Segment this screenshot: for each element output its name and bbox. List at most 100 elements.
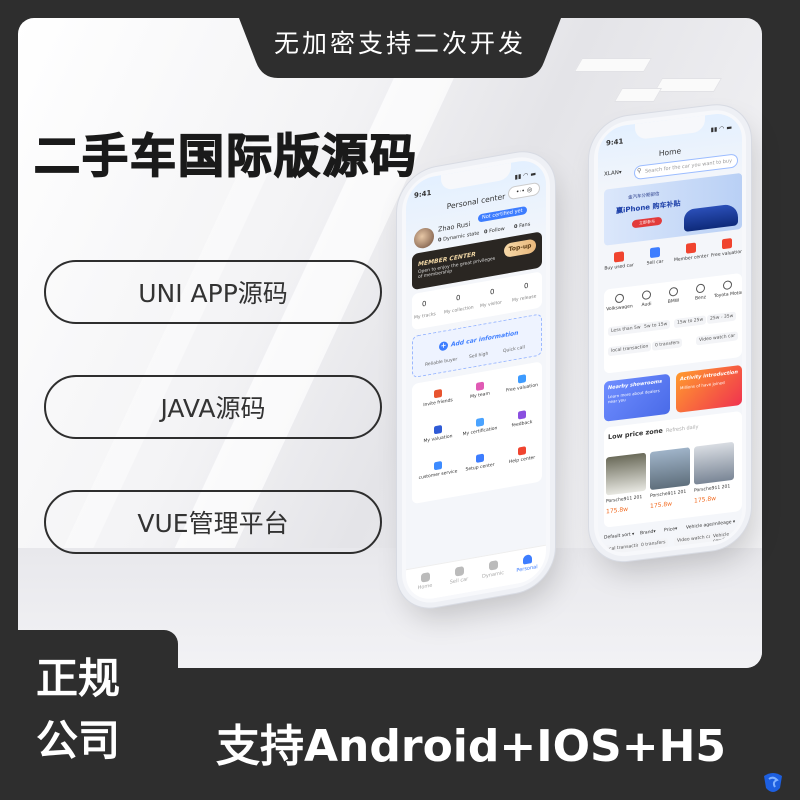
price-filter-chip[interactable]: Less than 5w <box>608 322 644 337</box>
feature-pill-uniapp[interactable]: UNI APP源码 <box>44 260 382 324</box>
tag-filter-chip[interactable]: local transaction <box>608 341 652 357</box>
services-grid: Invite friends My team Free valuation My va… <box>412 361 542 505</box>
main-title: 二手车国际版源码 <box>33 128 418 184</box>
brand-label: Volkswagen <box>606 304 633 313</box>
platforms-label: 支持Android+IOS+H5 <box>216 721 727 772</box>
brand-logo-icon <box>723 280 732 291</box>
tab-dynamic[interactable]: Dynamic <box>478 558 508 580</box>
add-car-title: Add car information <box>451 329 519 349</box>
service-label: Free valuation <box>506 383 538 394</box>
tab-label: Home <box>417 582 433 592</box>
settings-icon <box>476 453 484 463</box>
sort-option[interactable]: Default sort ▾ <box>604 532 634 541</box>
counter-my-collection[interactable]: My collection <box>444 305 474 315</box>
price-filter-chip[interactable]: 15w to 25w <box>674 315 707 329</box>
company-line1: 正规 <box>36 654 121 703</box>
invite-icon <box>434 388 442 399</box>
quick-nav-icon <box>650 246 660 259</box>
service-label: My certification <box>462 426 498 438</box>
tab-label: Dynamic <box>481 570 505 580</box>
tab-label: Sell car <box>449 576 469 586</box>
search-icon: ⚲ <box>637 167 642 175</box>
brand-item[interactable]: Audi <box>633 289 660 309</box>
tag-filter-chip[interactable]: 0 transfers <box>652 338 683 351</box>
tab-sell-car[interactable]: Sell car <box>444 564 474 586</box>
promo-nearby-showrooms[interactable]: Nearby showrooms Learn more about dealer… <box>604 373 670 422</box>
service-item[interactable]: Free valuation <box>502 371 542 394</box>
service-item[interactable]: Setup center <box>460 451 500 474</box>
service-item[interactable]: My valuation <box>418 422 458 445</box>
chevron-down-icon: ▾ <box>618 169 622 176</box>
service-label: My team <box>470 391 490 400</box>
company-line2: 公司 <box>36 716 121 765</box>
brand-filter-card: Volkswagen Audi BMW Benz Toyota Motor Less th… <box>604 272 742 374</box>
home-icon <box>420 572 430 583</box>
quick-nav-item[interactable]: Free valuation <box>710 237 742 259</box>
car-photo[interactable] <box>694 441 734 485</box>
counter-my-visitor[interactable]: My visitor <box>480 300 502 309</box>
quick-nav-item[interactable]: Sell car <box>638 245 672 267</box>
tab-refresh-daily[interactable]: Refresh daily <box>666 424 698 434</box>
sort-option[interactable]: Vehicle age/mileage ▾ <box>686 520 735 531</box>
service-item[interactable]: My team <box>460 379 500 402</box>
service-item[interactable]: My certification <box>460 415 500 438</box>
brand-item[interactable]: BMW <box>660 286 687 306</box>
service-label: customer service <box>418 469 458 482</box>
tag: Quick call <box>503 345 525 355</box>
tab-personal[interactable]: Personal <box>512 552 542 574</box>
company-label: 正规 公司 <box>36 648 120 772</box>
team-icon <box>476 381 484 391</box>
car-image <box>684 203 738 232</box>
car-photo[interactable] <box>606 452 646 496</box>
counter-my-tracks[interactable]: My tracks <box>414 312 436 321</box>
tab-label: Personal <box>516 564 538 574</box>
quick-nav-icon <box>686 242 696 254</box>
quick-nav-label: Free valuation <box>711 249 742 259</box>
filter-chip[interactable]: 0 transfers <box>638 537 669 551</box>
brand-label: Benz <box>694 295 707 302</box>
quick-nav-item[interactable]: Member center <box>674 241 708 263</box>
quick-nav-label: Buy used car <box>604 263 634 272</box>
service-label: Invite friends <box>423 398 453 409</box>
car-icon <box>454 566 464 577</box>
feature-pill-vue[interactable]: VUE管理平台 <box>44 490 382 554</box>
quick-nav-label: Member center <box>674 253 709 264</box>
service-item[interactable]: feedback <box>502 407 542 430</box>
price-filter-chip[interactable]: 5w to 15w <box>641 319 671 333</box>
brand-item[interactable]: Volkswagen <box>606 292 633 313</box>
promo-activity[interactable]: Activity introduction Millions of have j… <box>676 364 742 413</box>
banner-button[interactable]: 立即参与 <box>632 216 662 229</box>
brand-logo-icon <box>615 293 624 304</box>
service-item[interactable]: customer service <box>418 458 458 481</box>
ceiling-light <box>573 58 653 72</box>
tab-low-price-zone[interactable]: Low price zone <box>608 427 663 442</box>
brand-item[interactable]: Benz <box>687 282 714 302</box>
person-icon <box>522 554 532 565</box>
counter-my-release[interactable]: My release <box>512 294 536 303</box>
service-label: Help center <box>508 455 536 466</box>
top-banner-text: 无加密支持二次开发 <box>273 29 526 58</box>
service-item[interactable]: Invite friends <box>418 386 458 409</box>
counter-value: 0 <box>490 287 495 297</box>
sort-option[interactable]: Price▾ <box>664 527 677 534</box>
phone-screen: 9:41 ▮▮ ◠ ▬ Personal center •·• ◎ Zhao R… <box>406 156 546 604</box>
phone-personal-center: 9:41 ▮▮ ◠ ▬ Personal center •·• ◎ Zhao R… <box>402 151 550 608</box>
tab-home[interactable]: Home <box>410 570 440 592</box>
banner-line2: 赢iPhone 购车补贴 <box>616 199 681 216</box>
brand-logo-icon <box>642 290 651 301</box>
price-filter-chip[interactable]: 25w - 35w <box>707 311 737 325</box>
service-item[interactable]: Help center <box>502 443 542 466</box>
sort-option[interactable]: Brand▾ <box>640 529 656 536</box>
top-banner: 无加密支持二次开发 <box>232 0 568 78</box>
car-photo[interactable] <box>650 447 690 491</box>
certification-icon <box>476 417 484 427</box>
quick-nav-item[interactable]: Buy used car <box>602 250 636 272</box>
valuation-icon <box>518 374 526 384</box>
tag-filter-chip[interactable]: Video watch car <box>696 331 739 346</box>
topup-button[interactable]: Top-up <box>504 238 536 259</box>
brand-item[interactable]: Toyota Motor <box>714 279 742 299</box>
service-label: My valuation <box>423 434 453 445</box>
ceiling-light <box>613 88 663 102</box>
feature-pill-java[interactable]: JAVA源码 <box>44 375 382 439</box>
quick-nav-icon <box>722 238 732 250</box>
